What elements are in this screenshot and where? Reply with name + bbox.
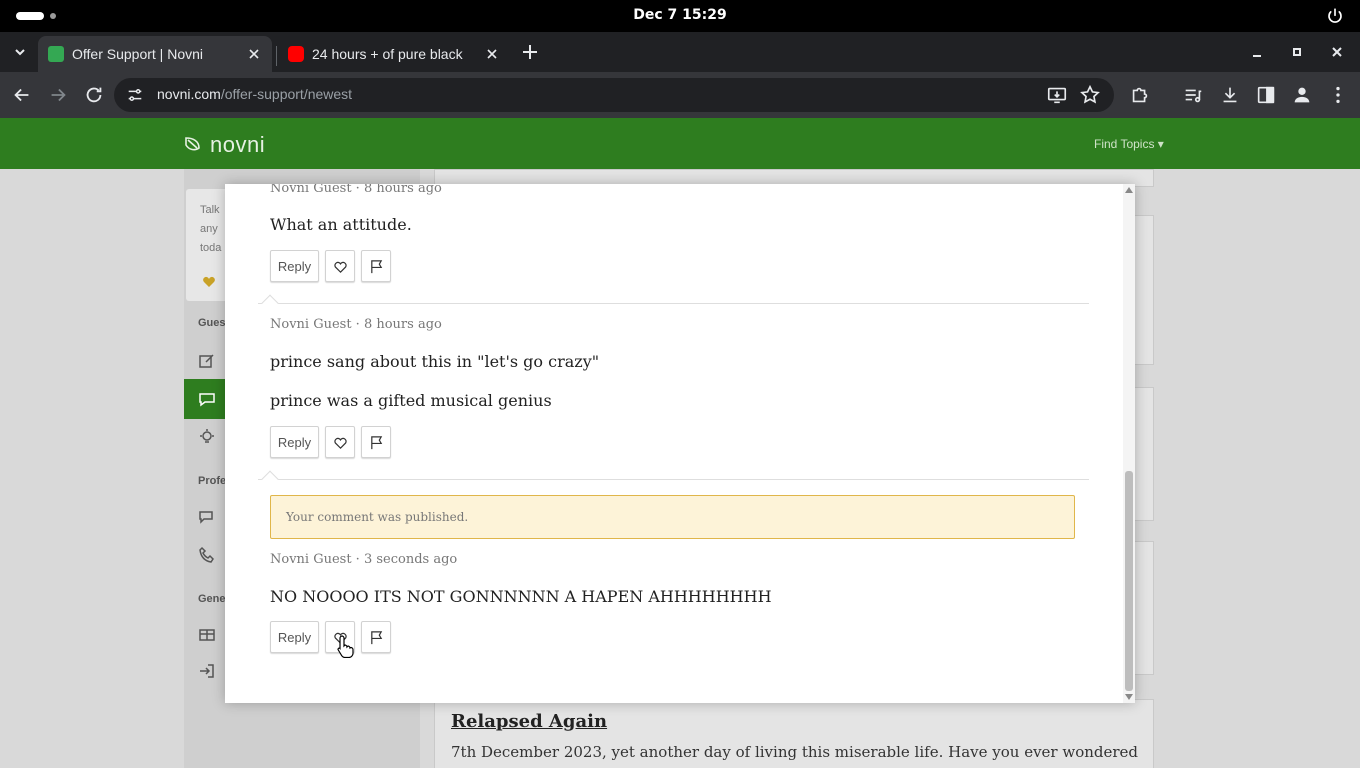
comment-text: prince was a gifted musical genius <box>270 391 552 410</box>
power-icon[interactable] <box>1326 7 1344 25</box>
comment-meta: Novni Guest · 8 hours ago <box>270 317 442 332</box>
novni-logo[interactable]: novni <box>184 132 265 158</box>
browser-tab-strip: Offer Support | Novni 24 hours + of pure… <box>0 32 1360 72</box>
back-arrow-icon[interactable] <box>11 84 33 106</box>
reply-button[interactable]: Reply <box>270 250 319 282</box>
flag-icon <box>370 435 382 449</box>
gift-icon <box>199 629 215 641</box>
report-button[interactable] <box>361 621 391 653</box>
lightbulb-icon <box>200 429 214 443</box>
novni-favicon-icon <box>48 46 64 62</box>
comment-actions: Reply <box>270 621 391 653</box>
browser-menu-icon[interactable] <box>1327 84 1349 106</box>
tab-search-chevron-icon[interactable] <box>10 42 30 62</box>
extensions-puzzle-icon[interactable] <box>1129 84 1151 106</box>
report-button[interactable] <box>361 250 391 282</box>
forward-arrow-icon[interactable] <box>47 84 69 106</box>
edit-icon <box>199 354 214 368</box>
maximize-icon[interactable] <box>1287 42 1307 62</box>
post-title[interactable]: Relapsed Again <box>451 711 607 732</box>
comment-divider-notch <box>261 470 279 488</box>
phone-icon <box>199 546 214 563</box>
url-text: novni.com/offer-support/newest <box>157 86 353 102</box>
heart-emoji-icon <box>203 276 215 287</box>
tab-title: Offer Support | Novni <box>72 46 203 62</box>
minimize-icon[interactable] <box>1247 42 1267 62</box>
logo-text: novni <box>210 132 266 157</box>
system-top-bar: Dec 7 15:29 <box>0 0 1360 32</box>
media-controls-icon[interactable] <box>1182 84 1204 106</box>
install-app-icon[interactable] <box>1046 84 1068 106</box>
report-button[interactable] <box>361 426 391 458</box>
tab-separator <box>276 46 277 66</box>
sidebar-heading-general: Gene <box>198 593 226 605</box>
site-header: novni Find Topics ▾ <box>0 118 1360 169</box>
find-topics-menu[interactable]: Find Topics ▾ <box>1094 137 1164 151</box>
comment-divider <box>258 479 1089 480</box>
downloads-icon[interactable] <box>1219 84 1241 106</box>
address-bar[interactable]: novni.com/offer-support/newest <box>114 78 1114 112</box>
tab-title: 24 hours + of pure black <box>312 46 463 62</box>
profile-avatar-icon[interactable] <box>1291 84 1313 106</box>
youtube-favicon-icon <box>288 46 304 62</box>
like-button[interactable] <box>325 250 355 282</box>
scroll-down-arrow-icon[interactable] <box>1125 694 1133 700</box>
scrollbar-thumb[interactable] <box>1125 471 1133 691</box>
comments-list: Novni Guest · 8 hours ago What an attitu… <box>225 184 1123 703</box>
comment-meta: Novni Guest · 8 hours ago <box>270 184 442 196</box>
comment-text: prince sang about this in "let's go craz… <box>270 352 600 371</box>
browser-toolbar: novni.com/offer-support/newest <box>0 72 1360 118</box>
flag-icon <box>370 259 382 273</box>
comment-actions: Reply <box>270 426 391 458</box>
modal-scrollbar[interactable] <box>1123 184 1135 703</box>
comment-text: What an attitude. <box>270 215 412 234</box>
tab-offer-support[interactable]: Offer Support | Novni <box>38 36 272 72</box>
side-panel-icon[interactable] <box>1255 84 1277 106</box>
heart-icon <box>333 261 347 273</box>
heart-icon <box>333 437 347 449</box>
comment-divider <box>258 303 1089 304</box>
flag-icon <box>370 630 382 644</box>
bookmark-star-icon[interactable] <box>1079 84 1101 106</box>
chat-icon <box>199 511 213 524</box>
comment-actions: Reply <box>270 250 391 282</box>
close-tab-icon[interactable] <box>484 46 500 62</box>
sidebar-heading-professional: Profe <box>198 475 227 487</box>
site-settings-icon[interactable] <box>126 86 144 104</box>
tab-youtube-video[interactable]: 24 hours + of pure black <box>278 36 510 72</box>
published-notice: Your comment was published. <box>270 495 1075 539</box>
comments-modal: Novni Guest · 8 hours ago What an attitu… <box>225 184 1135 703</box>
reload-icon[interactable] <box>83 84 105 106</box>
reply-button[interactable]: Reply <box>270 621 319 653</box>
comment-meta: Novni Guest · 3 seconds ago <box>270 552 458 567</box>
reply-button[interactable]: Reply <box>270 426 319 458</box>
mouse-pointer-icon <box>337 635 354 658</box>
post-excerpt: 7th December 2023, yet another day of li… <box>451 743 1139 761</box>
close-tab-icon[interactable] <box>246 46 262 62</box>
novni-leaf-icon <box>185 137 200 151</box>
login-icon <box>200 664 214 678</box>
scroll-up-arrow-icon[interactable] <box>1125 187 1133 193</box>
comment-text: NO NOOOO ITS NOT GONNNNNN A HAPEN AHHHHH… <box>270 587 772 606</box>
like-button[interactable] <box>325 426 355 458</box>
system-clock[interactable]: Dec 7 15:29 <box>0 7 1360 23</box>
new-tab-plus-icon[interactable] <box>518 40 542 64</box>
chat-bubble-icon <box>199 393 215 407</box>
comment-divider-notch <box>261 294 279 312</box>
close-window-icon[interactable] <box>1327 42 1347 62</box>
